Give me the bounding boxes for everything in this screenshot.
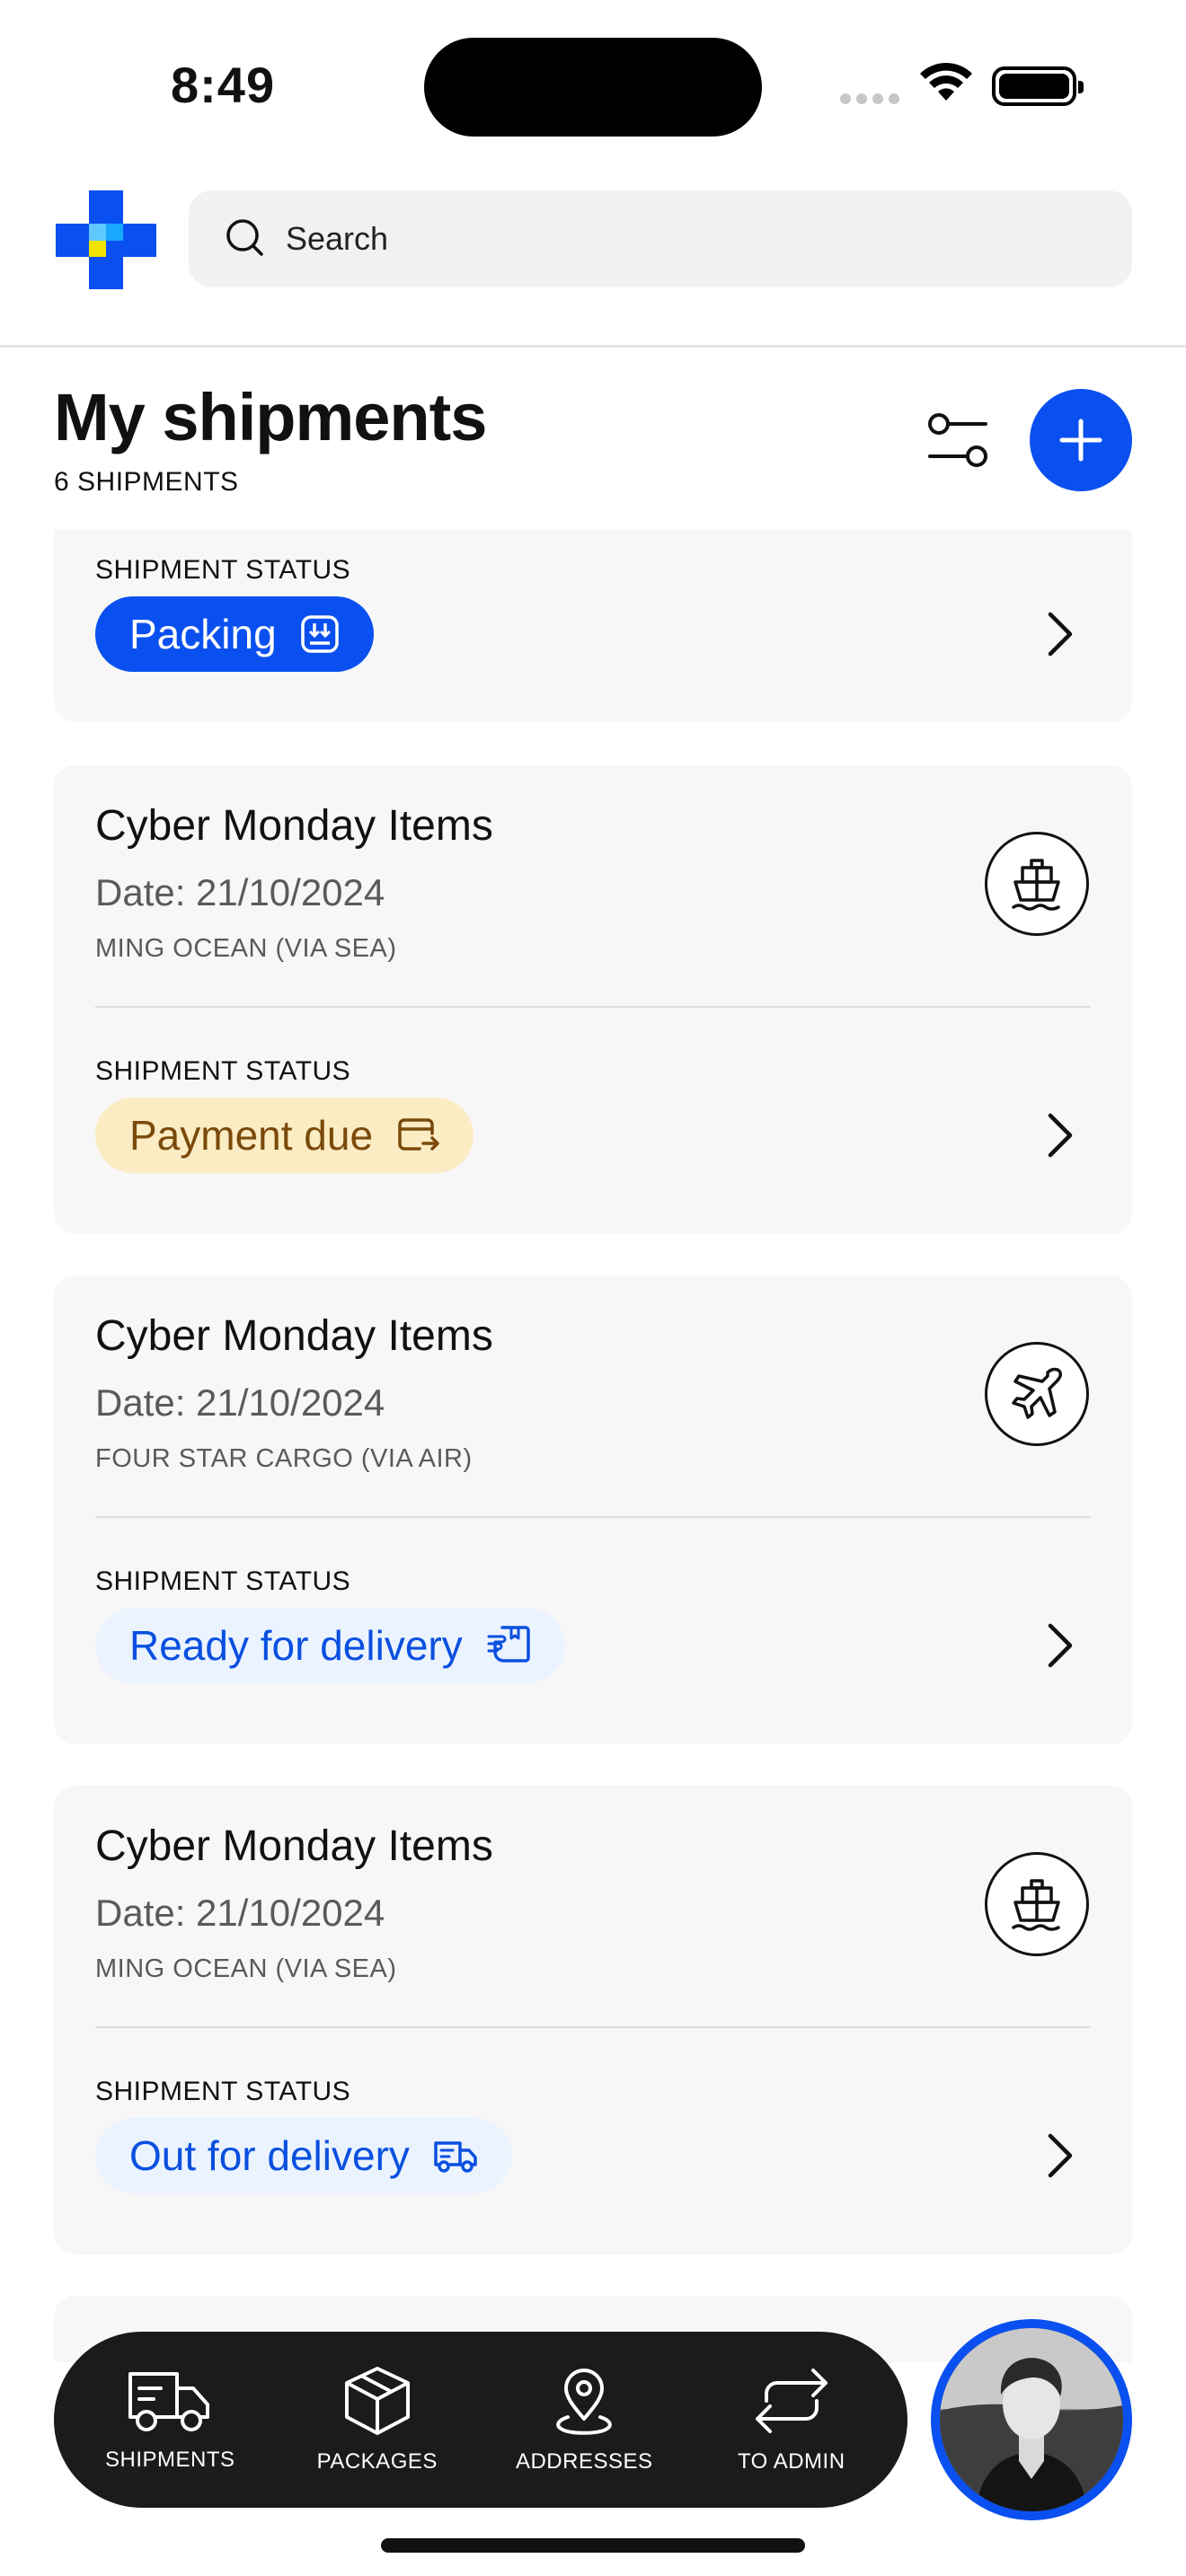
ship-icon [985, 832, 1089, 936]
packing-icon [300, 614, 340, 654]
shipment-list[interactable]: SHIPMENT STATUS Packing Cyber Monday Ite… [0, 530, 1186, 2362]
nav-item-addresses[interactable]: ADDRESSES [490, 2365, 678, 2475]
status-badge: Payment due [95, 1098, 474, 1173]
sliders-icon [928, 413, 987, 467]
nav-label: PACKAGES [316, 2449, 438, 2474]
search-bar[interactable]: Search [189, 190, 1132, 287]
cellular-signal-icon [840, 93, 901, 106]
location-pin-icon [556, 2369, 613, 2435]
nav-item-shipments[interactable]: SHIPMENTS [75, 2367, 264, 2473]
app-logo[interactable] [56, 190, 156, 289]
status-time: 8:49 [171, 57, 276, 113]
bottom-nav: SHIPMENTS PACKAGES ADDRESSES TO ADMIN [54, 2332, 907, 2508]
shipment-date: Date: 21/10/2024 [95, 871, 385, 913]
search-placeholder: Search [286, 220, 389, 257]
filter-button[interactable] [916, 402, 999, 478]
package-icon [344, 2367, 410, 2435]
avatar[interactable] [931, 2319, 1132, 2520]
shipment-status-label: SHIPMENT STATUS [95, 1566, 351, 1596]
header-divider [0, 345, 1186, 348]
chevron-right-icon[interactable] [1042, 1108, 1078, 1162]
truck-icon [128, 2372, 210, 2431]
shipment-name: Cyber Monday Items [95, 1312, 493, 1360]
battery-icon [992, 66, 1084, 106]
wifi-icon [918, 61, 974, 107]
shipment-card[interactable]: SHIPMENT STATUS Packing [54, 530, 1132, 722]
status-bar: 8:49 [0, 0, 1186, 171]
home-indicator [381, 2538, 805, 2553]
shipment-name: Cyber Monday Items [95, 1822, 493, 1870]
shipment-count: 6 SHIPMENTS [54, 467, 239, 497]
shipment-status-label: SHIPMENT STATUS [95, 1056, 351, 1086]
card-divider [95, 1516, 1091, 1518]
chevron-right-icon[interactable] [1042, 1619, 1078, 1672]
dynamic-island [424, 38, 762, 137]
search-icon [225, 217, 264, 261]
plus-icon [1059, 419, 1102, 462]
shipment-carrier: MING OCEAN (VIA SEA) [95, 1954, 397, 1983]
nav-label: SHIPMENTS [104, 2448, 235, 2472]
shipment-date: Date: 21/10/2024 [95, 1381, 385, 1424]
status-badge: Packing [95, 596, 374, 672]
truck-icon [433, 2138, 478, 2174]
status-badge: Out for delivery [95, 2118, 512, 2193]
shipment-card[interactable]: Cyber Monday Items Date: 21/10/2024 FOUR… [54, 1275, 1132, 1744]
ship-icon [985, 1852, 1089, 1956]
page-title: My shipments [54, 380, 487, 454]
status-badge: Ready for delivery [95, 1608, 565, 1683]
chevron-right-icon[interactable] [1042, 2129, 1078, 2183]
chevron-right-icon[interactable] [1042, 607, 1078, 661]
nav-label: ADDRESSES [515, 2449, 653, 2474]
nav-item-to-admin[interactable]: TO ADMIN [697, 2365, 886, 2475]
nav-label: TO ADMIN [737, 2449, 845, 2474]
card-transfer-icon [396, 1117, 439, 1153]
shipment-status-label: SHIPMENT STATUS [95, 2077, 351, 2106]
plane-icon [985, 1342, 1089, 1446]
card-divider [95, 2026, 1091, 2028]
add-shipment-button[interactable] [1030, 389, 1132, 491]
shipment-carrier: MING OCEAN (VIA SEA) [95, 934, 397, 963]
shipment-carrier: FOUR STAR CARGO (VIA AIR) [95, 1444, 473, 1473]
shipment-date: Date: 21/10/2024 [95, 1892, 385, 1934]
shipment-card[interactable]: Cyber Monday Items Date: 21/10/2024 MING… [54, 765, 1132, 1234]
shipment-card[interactable]: Cyber Monday Items Date: 21/10/2024 MING… [54, 1786, 1132, 2254]
card-divider [95, 1006, 1091, 1008]
nav-item-packages[interactable]: PACKAGES [283, 2365, 472, 2475]
shipment-status-label: SHIPMENT STATUS [95, 555, 351, 585]
shipment-name: Cyber Monday Items [95, 802, 493, 850]
hand-package-icon [486, 1624, 531, 1667]
switch-arrows-icon [755, 2369, 828, 2433]
